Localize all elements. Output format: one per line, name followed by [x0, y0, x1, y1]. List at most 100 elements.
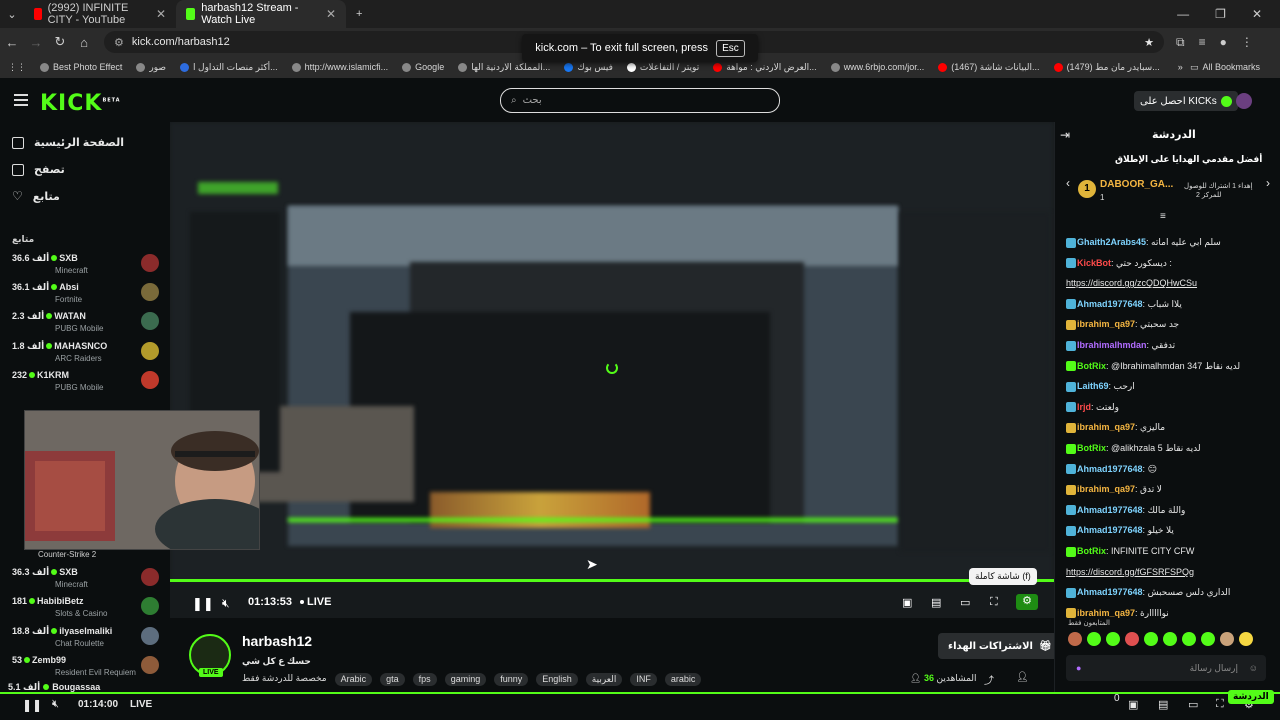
tag[interactable]: fps	[412, 673, 437, 686]
mini-pause-icon[interactable]: ❚❚	[22, 698, 42, 712]
chat-username[interactable]: Ahmad1977648	[1077, 525, 1143, 535]
chat-username[interactable]: Ahmad1977648	[1077, 505, 1143, 515]
bookmark-item[interactable]: www.6rbjo.com/jor...	[830, 62, 924, 72]
bookmark-item[interactable]: (1467) البيانات شاشة...	[938, 62, 1040, 73]
back-icon[interactable]: ←	[0, 35, 24, 50]
emote-icon[interactable]	[1125, 632, 1139, 646]
bookmark-item[interactable]: صور	[136, 62, 166, 73]
fullscreen-icon[interactable]: ⛶	[990, 596, 998, 609]
chat-username[interactable]: lrjd	[1077, 402, 1091, 412]
emoji-icon[interactable]: ☺	[1249, 663, 1258, 673]
channel-item[interactable]: 36.1 ألف Absi Fortnite	[12, 281, 162, 309]
all-bookmarks[interactable]: ▭ All Bookmarks	[1190, 62, 1260, 73]
nav-following[interactable]: ♡ متابع	[12, 189, 60, 203]
clip-icon[interactable]: ▤	[931, 596, 941, 609]
collapse-chat-icon[interactable]: ⇥	[1060, 128, 1070, 142]
nav-home[interactable]: الصفحة الرئيسية	[12, 136, 124, 149]
get-kicks-button[interactable]: احصل على KICKs	[1134, 91, 1238, 111]
chat-username[interactable]: BotRix	[1077, 443, 1106, 453]
mute-icon[interactable]: 🔇︎	[222, 596, 230, 611]
mini-theater-icon[interactable]: ▭	[1188, 698, 1198, 711]
channel-item[interactable]: 53 Zemb99 Resident Evil Requiem	[12, 654, 162, 682]
reload-icon[interactable]: ↻	[48, 34, 72, 50]
channel-item[interactable]: 2.3 ألف WATAN PUBG Mobile	[12, 310, 162, 338]
extensions-icon[interactable]: ⧉	[1176, 35, 1185, 50]
emote-icon[interactable]	[1144, 632, 1158, 646]
pinned-menu-icon[interactable]: ≡	[1160, 211, 1166, 222]
mini-pip-icon[interactable]: ▣	[1128, 698, 1138, 711]
channel-item[interactable]: 181 HabibiBetz Slots & Casino	[12, 595, 162, 623]
tag[interactable]: gaming	[444, 673, 487, 686]
pause-icon[interactable]: ❚❚	[192, 596, 214, 612]
gift-subs-button[interactable]: الاشتراكات الهداء 🎁︎	[938, 633, 1062, 659]
mini-fullscreen-icon[interactable]: ⛶	[1216, 698, 1224, 711]
chat-username[interactable]: KickBot	[1077, 258, 1111, 268]
hamburger-menu-icon[interactable]	[14, 94, 28, 109]
mic-icon[interactable]: ●	[1076, 663, 1081, 673]
theater-mode-icon[interactable]: ▭	[960, 596, 970, 609]
tab-youtube[interactable]: (2992) INFINITE CITY - YouTube ✕	[24, 0, 176, 28]
tag[interactable]: gta	[380, 673, 405, 686]
chat-username[interactable]: ibrahim_qa97	[1077, 484, 1135, 494]
channel-item[interactable]: 36.3 ألف SXB Minecraft	[12, 566, 162, 594]
home-icon[interactable]: ⌂	[72, 35, 96, 50]
tab-kick[interactable]: harbash12 Stream - Watch Live ✕	[176, 0, 346, 28]
mini-clip-icon[interactable]: ▤	[1158, 698, 1168, 711]
chat-username[interactable]: ibrahim_qa97	[1077, 319, 1135, 329]
emote-icon[interactable]	[1220, 632, 1234, 646]
chat-button[interactable]: الدردشة	[1228, 690, 1274, 704]
emote-icon[interactable]	[1201, 632, 1215, 646]
bookmark-item[interactable]: أكثر منصات التداول ا...	[180, 62, 278, 73]
channel-item[interactable]: 18.8 ألف ilyaselmaliki Chat Roulette	[12, 625, 162, 653]
chat-text[interactable]: https://discord.gg/zcQDQHwCSu	[1066, 278, 1197, 288]
pip-icon[interactable]: ▣	[902, 596, 912, 609]
media-icon[interactable]: ≡	[1199, 35, 1206, 50]
settings-gear-icon[interactable]: ⚙	[1016, 594, 1038, 610]
chat-input[interactable]: ● إرسال رسالة ☺	[1066, 655, 1266, 681]
emote-icon[interactable]	[1163, 632, 1177, 646]
video-player[interactable]	[170, 122, 1054, 618]
chat-username[interactable]: Ahmad1977648	[1077, 299, 1143, 309]
maximize-icon[interactable]: ❐	[1215, 7, 1226, 21]
emote-icon[interactable]	[1106, 632, 1120, 646]
chat-username[interactable]: Ibrahimalhmdan	[1077, 340, 1147, 350]
tag[interactable]: Arabic	[334, 673, 373, 686]
streamer-name[interactable]: harbash12	[242, 633, 312, 649]
chat-username[interactable]: Ghaith2Arabs45	[1077, 237, 1146, 247]
chat-username[interactable]: ibrahim_qa97	[1077, 422, 1135, 432]
tag[interactable]: arabic	[664, 673, 702, 686]
menu-icon[interactable]: ⋮	[1241, 35, 1253, 50]
forward-icon[interactable]: →	[24, 35, 48, 50]
channel-item[interactable]: 232 K1KRM PUBG Mobile	[12, 369, 162, 397]
close-tab-icon[interactable]: ✕	[156, 7, 166, 21]
more-bookmarks-icon[interactable]: »	[1178, 62, 1183, 72]
minimize-icon[interactable]: —	[1177, 7, 1189, 21]
close-window-icon[interactable]: ✕	[1252, 7, 1262, 21]
kick-logo[interactable]: KICKBETA	[40, 91, 121, 116]
bookmark-item[interactable]: (1479) سبايدر مان مط...	[1053, 62, 1160, 73]
chat-username[interactable]: ibrahim_qa97	[1077, 608, 1135, 618]
tag[interactable]: العربية	[585, 673, 623, 686]
tag[interactable]: English	[536, 673, 578, 686]
chat-text[interactable]: https://discord.gg/fGFSRFSPQg	[1066, 567, 1194, 577]
gifter-name[interactable]: DABOOR_GA...	[1100, 179, 1173, 190]
bookmark-item[interactable]: المملكة الاردنية الها...	[458, 62, 550, 73]
nav-browse[interactable]: تصفح	[12, 163, 65, 176]
mini-mute-icon[interactable]: 🔇︎	[52, 698, 59, 711]
bookmark-item[interactable]: تويتر / التفاعلات	[626, 62, 699, 73]
video-progress-bar[interactable]	[170, 579, 1054, 582]
prev-arrow-icon[interactable]: ‹	[1066, 176, 1070, 190]
share-icon[interactable]: ⤴	[984, 672, 994, 687]
apps-icon[interactable]: ⋮⋮	[8, 62, 26, 73]
user-avatar[interactable]	[1236, 93, 1252, 109]
search-input[interactable]: ⌕ بحث	[500, 88, 780, 113]
tab-search-button[interactable]: ⌄	[0, 0, 24, 28]
emote-icon[interactable]	[1239, 632, 1253, 646]
chat-username[interactable]: BotRix	[1077, 361, 1106, 371]
tag[interactable]: funny	[494, 673, 529, 686]
profile-icon[interactable]: ●	[1220, 35, 1227, 50]
bookmark-item[interactable]: Best Photo Effect	[40, 62, 122, 72]
bookmark-item[interactable]: Google	[402, 62, 444, 72]
new-tab-button[interactable]: +	[346, 0, 372, 28]
next-arrow-icon[interactable]: ›	[1266, 176, 1270, 190]
